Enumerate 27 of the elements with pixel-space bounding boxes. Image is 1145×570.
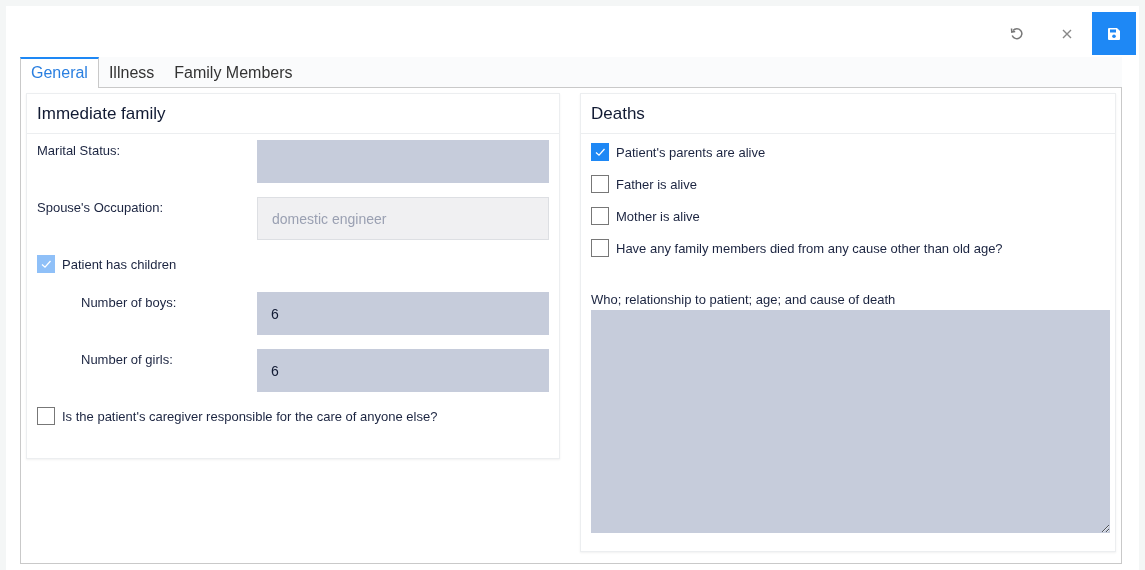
field-label: Spouse's Occupation: [37,199,164,217]
field-label: Number of boys: [81,294,177,312]
undo-icon [1010,26,1024,41]
checkbox-label: Patient has children [62,256,177,272]
checkbox-label: Is the patient's caregiver responsible for the care of anyone else? [62,408,438,424]
checkbox-label: Mother is alive [616,208,700,224]
checkbox-label: Patient's parents are alive [616,144,766,160]
save-button[interactable] [1092,12,1136,55]
checkbox[interactable] [591,175,609,193]
card-title: Immediate family [37,103,166,124]
checkbox[interactable] [591,207,609,225]
field-label: Marital Status: [37,142,121,160]
tab[interactable]: Illness [98,57,165,87]
checkbox[interactable] [591,143,609,161]
checkbox-label: Have any family members died from any cause other than old age? [616,240,1003,256]
input-field[interactable] [257,140,549,183]
field-label: Who; relationship to patient; age; and cause of death [591,292,897,307]
card-title: Deaths [591,103,645,124]
checkbox[interactable] [591,239,609,257]
field-label: Number of girls: [81,351,173,369]
checkbox-label: Father is alive [616,176,697,192]
close-icon [1062,28,1072,39]
tab[interactable]: Family Members [164,57,303,87]
checkmark-icon [40,258,52,270]
checkbox[interactable] [37,407,55,425]
checkmark-icon [594,146,606,158]
tab[interactable]: General [20,57,99,88]
